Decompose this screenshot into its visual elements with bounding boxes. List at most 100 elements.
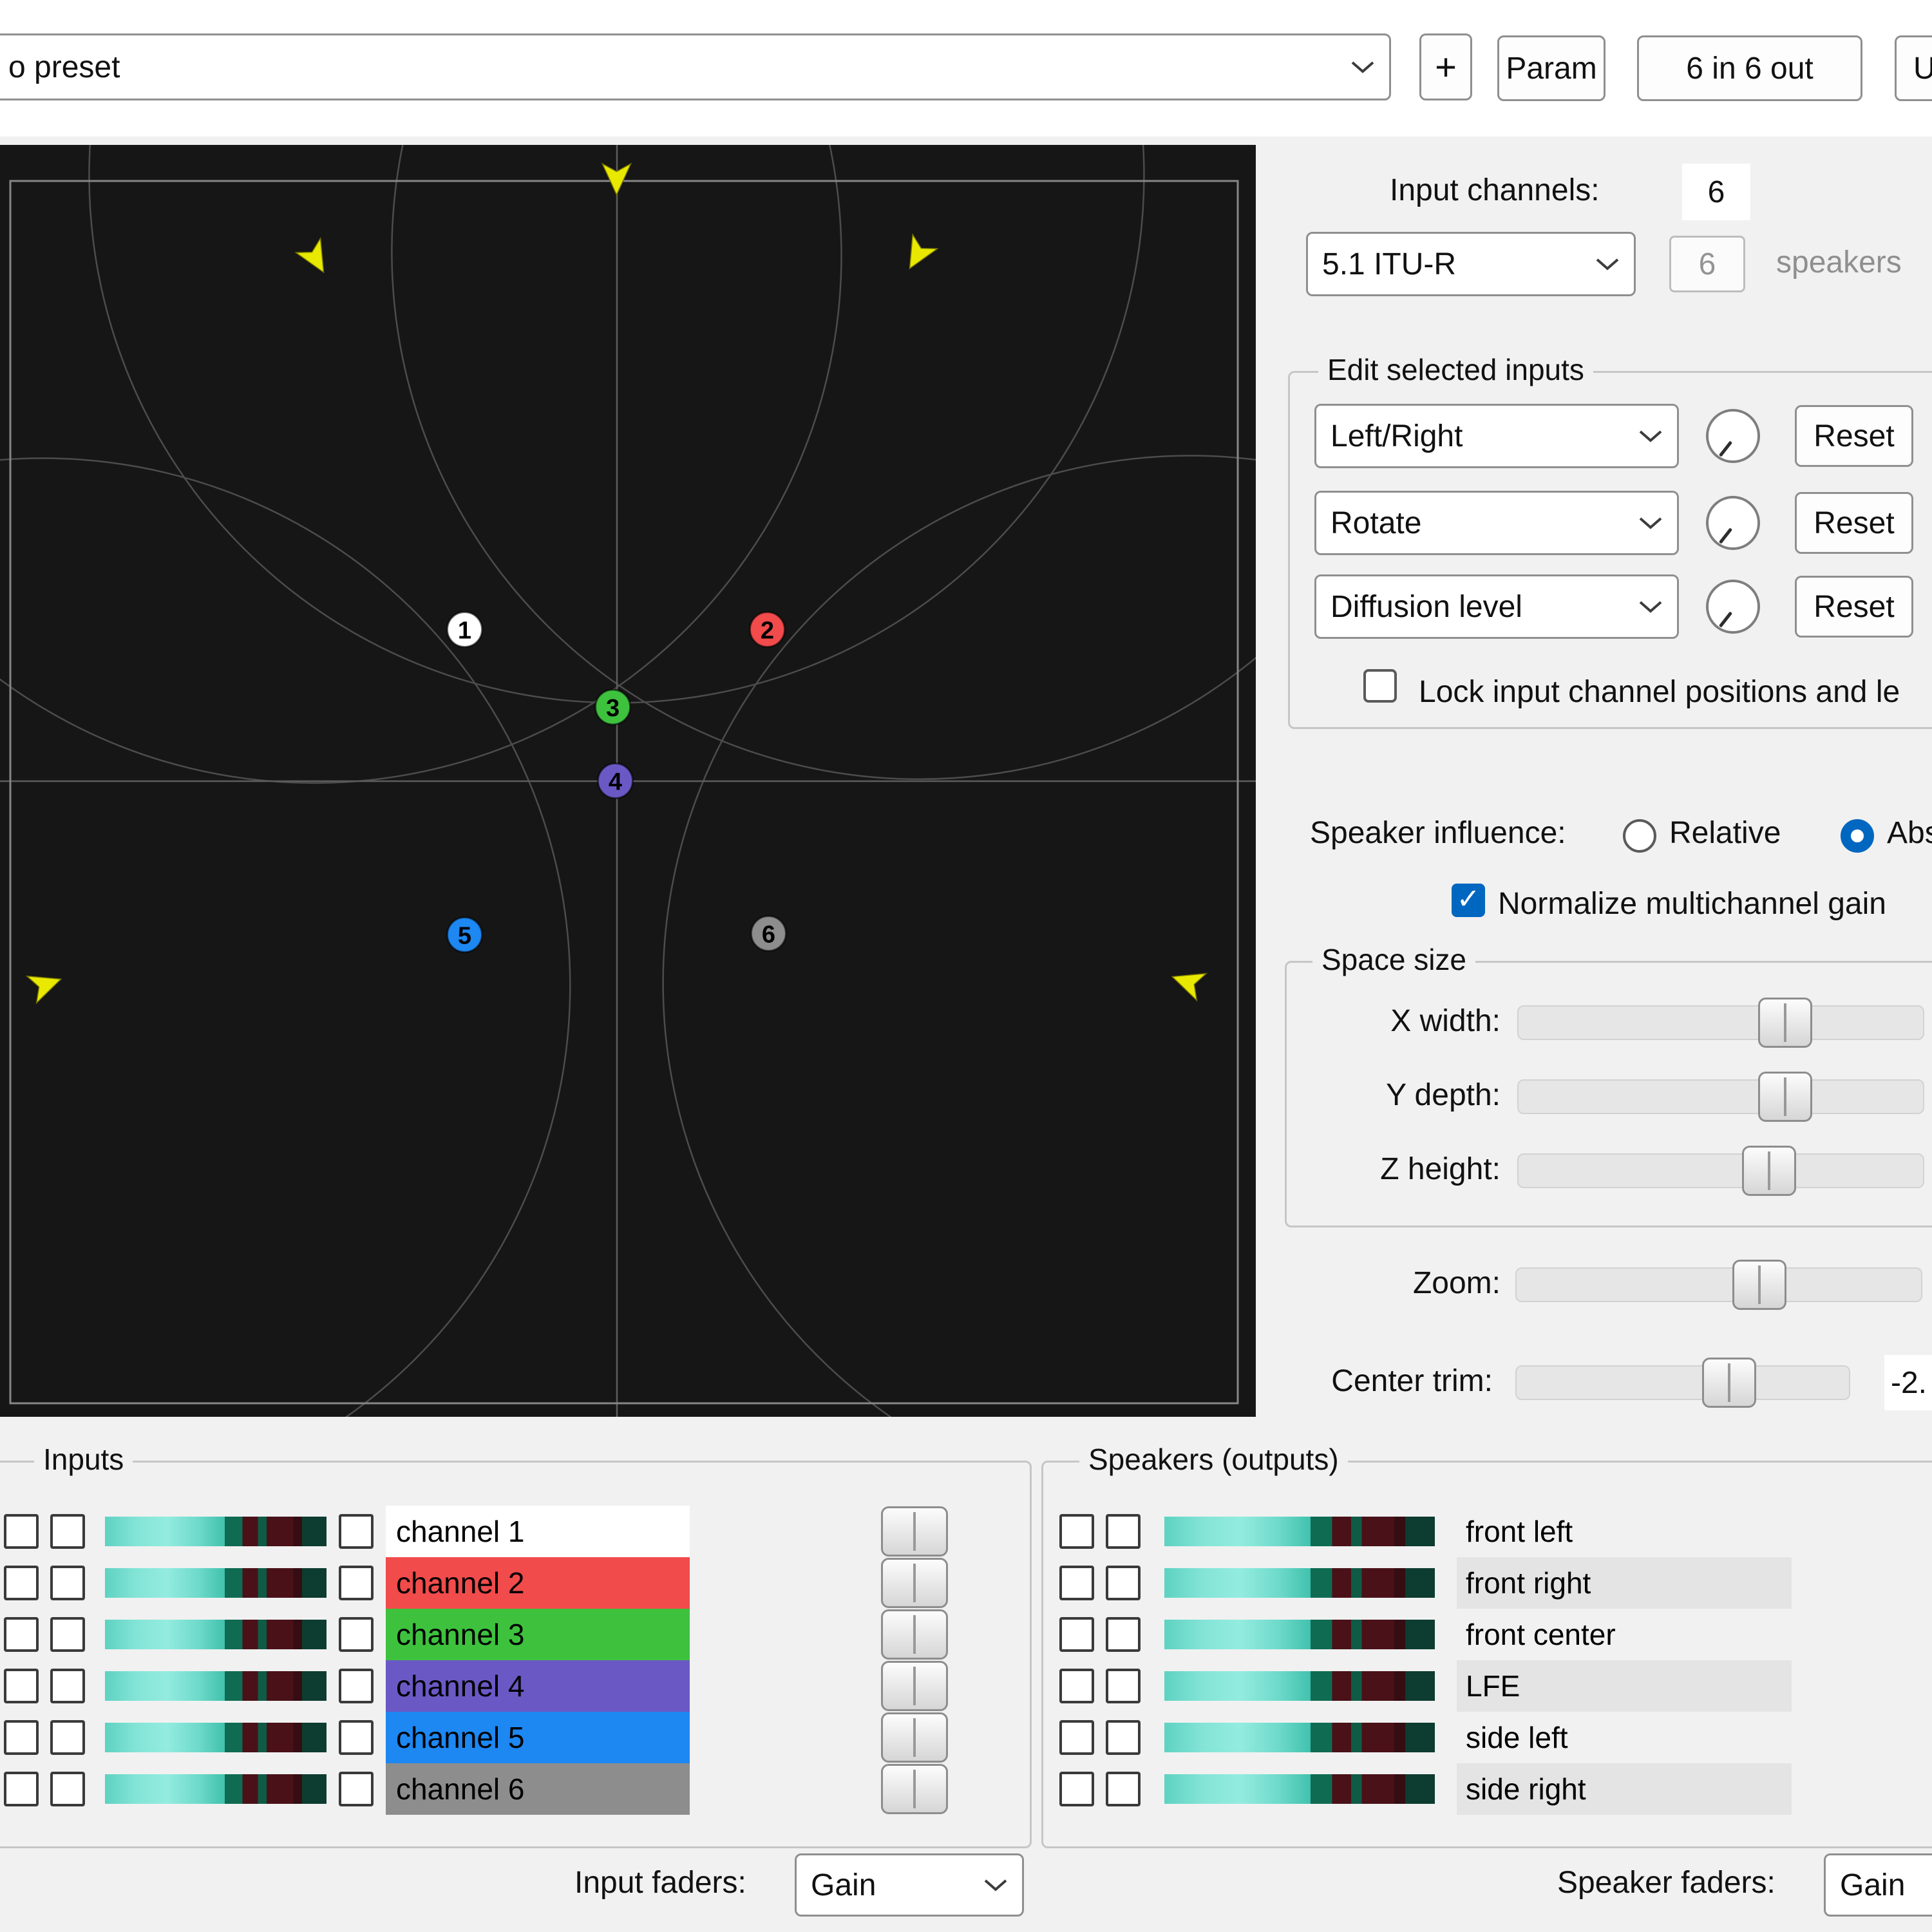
zoom-slider-handle[interactable]	[1732, 1260, 1786, 1310]
output-mute-checkbox[interactable]	[1106, 1772, 1141, 1806]
io-routing-button[interactable]: 6 in 6 out	[1637, 35, 1862, 101]
output-select-checkbox[interactable]	[1059, 1669, 1094, 1703]
output-level-meter	[1164, 1517, 1435, 1546]
input-gain-fader-handle[interactable]	[881, 1609, 948, 1660]
input-channel-label: channel 1	[386, 1506, 690, 1557]
influence-relative-radio[interactable]	[1623, 819, 1656, 853]
rotate-reset-button[interactable]: Reset	[1795, 492, 1913, 554]
input-select-checkbox[interactable]	[4, 1772, 39, 1806]
left-right-knob[interactable]	[1706, 409, 1760, 463]
diffusion-level-dropdown-value: Diffusion level	[1331, 589, 1522, 625]
input-solo-checkbox[interactable]	[339, 1617, 374, 1652]
input-solo-checkbox[interactable]	[339, 1669, 374, 1703]
input-level-meter	[105, 1517, 327, 1546]
input-faders-label: Input faders:	[574, 1865, 746, 1900]
output-speaker-row: side right	[1041, 1763, 1932, 1815]
output-select-checkbox[interactable]	[1059, 1617, 1094, 1652]
left-right-reset-button[interactable]: Reset	[1795, 405, 1913, 467]
input-mute-checkbox[interactable]	[50, 1669, 85, 1703]
input-mute-checkbox[interactable]	[50, 1566, 85, 1600]
input-select-checkbox[interactable]	[4, 1617, 39, 1652]
left-right-dropdown[interactable]: Left/Right	[1314, 404, 1679, 468]
input-solo-checkbox[interactable]	[339, 1720, 374, 1755]
input-solo-checkbox[interactable]	[339, 1514, 374, 1549]
zoom-slider[interactable]	[1515, 1267, 1922, 1302]
input-select-checkbox[interactable]	[4, 1514, 39, 1549]
z-height-slider-handle[interactable]	[1742, 1146, 1796, 1196]
fx-topbar: o preset + Param 6 in 6 out U	[0, 0, 1932, 137]
zoom-label: Zoom:	[1300, 1265, 1501, 1301]
input-gain-fader-handle[interactable]	[881, 1506, 948, 1557]
input-solo-checkbox[interactable]	[339, 1772, 374, 1806]
input-level-meter	[105, 1620, 327, 1649]
influence-relative-label: Relative	[1669, 815, 1781, 851]
speaker-faders-dropdown[interactable]: Gain	[1824, 1853, 1932, 1917]
edit-row-left-right: Left/Right Reset	[1314, 404, 1920, 468]
diffusion-level-knob[interactable]	[1706, 580, 1760, 634]
output-mute-checkbox[interactable]	[1106, 1566, 1141, 1600]
input-channel-row: channel 6	[0, 1763, 1030, 1815]
output-select-checkbox[interactable]	[1059, 1720, 1094, 1755]
x-width-label: X width:	[1300, 1003, 1501, 1039]
output-level-meter	[1164, 1774, 1435, 1804]
input-gain-fader-handle[interactable]	[881, 1661, 948, 1711]
param-button[interactable]: Param	[1497, 35, 1605, 101]
ui-button[interactable]: U	[1895, 35, 1932, 101]
normalize-gain-checkbox[interactable]	[1452, 884, 1485, 917]
input-channel-label: channel 4	[386, 1660, 690, 1712]
input-gain-fader-handle[interactable]	[881, 1712, 948, 1763]
panner-canvas[interactable]: 123456	[0, 145, 1256, 1417]
surround-panner-window: o preset + Param 6 in 6 out U 123456 Inp…	[0, 0, 1932, 1932]
input-mute-checkbox[interactable]	[50, 1514, 85, 1549]
output-mute-checkbox[interactable]	[1106, 1669, 1141, 1703]
influence-absolute-radio[interactable]	[1841, 819, 1874, 853]
input-channel-row: channel 2	[0, 1557, 1030, 1609]
input-mute-checkbox[interactable]	[50, 1772, 85, 1806]
inputs-group-legend: Inputs	[34, 1442, 133, 1477]
rotate-dropdown[interactable]: Rotate	[1314, 491, 1679, 555]
output-select-checkbox[interactable]	[1059, 1772, 1094, 1806]
input-solo-checkbox[interactable]	[339, 1566, 374, 1600]
input-mute-checkbox[interactable]	[50, 1720, 85, 1755]
y-depth-slider[interactable]	[1517, 1079, 1924, 1114]
output-select-checkbox[interactable]	[1059, 1514, 1094, 1549]
z-height-slider[interactable]	[1517, 1153, 1924, 1188]
y-depth-slider-handle[interactable]	[1758, 1072, 1812, 1122]
input-mute-checkbox[interactable]	[50, 1617, 85, 1652]
output-speaker-label: front center	[1457, 1609, 1792, 1660]
center-trim-value-field[interactable]: -2.	[1884, 1355, 1932, 1410]
output-select-checkbox[interactable]	[1059, 1566, 1094, 1600]
input-channels-value-field[interactable]: 6	[1682, 164, 1750, 220]
input-channel-label: channel 3	[386, 1609, 690, 1660]
input-faders-dropdown[interactable]: Gain	[795, 1853, 1024, 1917]
input-gain-fader-handle[interactable]	[881, 1764, 948, 1814]
input-gain-fader-handle[interactable]	[881, 1558, 948, 1608]
diffusion-level-dropdown[interactable]: Diffusion level	[1314, 574, 1679, 639]
center-trim-slider-handle[interactable]	[1702, 1358, 1756, 1408]
input-select-checkbox[interactable]	[4, 1566, 39, 1600]
chevron-down-icon	[1638, 429, 1663, 443]
preset-dropdown[interactable]: o preset	[0, 33, 1391, 100]
input-level-meter	[105, 1568, 327, 1598]
output-level-meter	[1164, 1671, 1435, 1701]
preset-add-button[interactable]: +	[1419, 33, 1472, 100]
surround-panner-field[interactable]: 123456	[0, 145, 1256, 1417]
x-width-slider-handle[interactable]	[1758, 998, 1812, 1048]
center-trim-slider[interactable]	[1515, 1365, 1850, 1400]
input-level-meter	[105, 1774, 327, 1804]
input-select-checkbox[interactable]	[4, 1720, 39, 1755]
x-width-slider[interactable]	[1517, 1005, 1924, 1040]
output-mute-checkbox[interactable]	[1106, 1617, 1141, 1652]
output-speaker-row: front left	[1041, 1506, 1932, 1557]
rotate-dropdown-value: Rotate	[1331, 506, 1421, 541]
input-select-checkbox[interactable]	[4, 1669, 39, 1703]
rotate-knob[interactable]	[1706, 496, 1760, 550]
center-trim-label: Center trim:	[1249, 1363, 1493, 1399]
input-channels-label: Input channels:	[1390, 173, 1600, 208]
output-mute-checkbox[interactable]	[1106, 1720, 1141, 1755]
diffusion-level-reset-button[interactable]: Reset	[1795, 576, 1913, 638]
speaker-layout-dropdown[interactable]: 5.1 ITU-R	[1306, 232, 1636, 296]
output-mute-checkbox[interactable]	[1106, 1514, 1141, 1549]
speaker-influence-label: Speaker influence:	[1310, 815, 1566, 851]
lock-positions-checkbox[interactable]	[1363, 669, 1397, 703]
